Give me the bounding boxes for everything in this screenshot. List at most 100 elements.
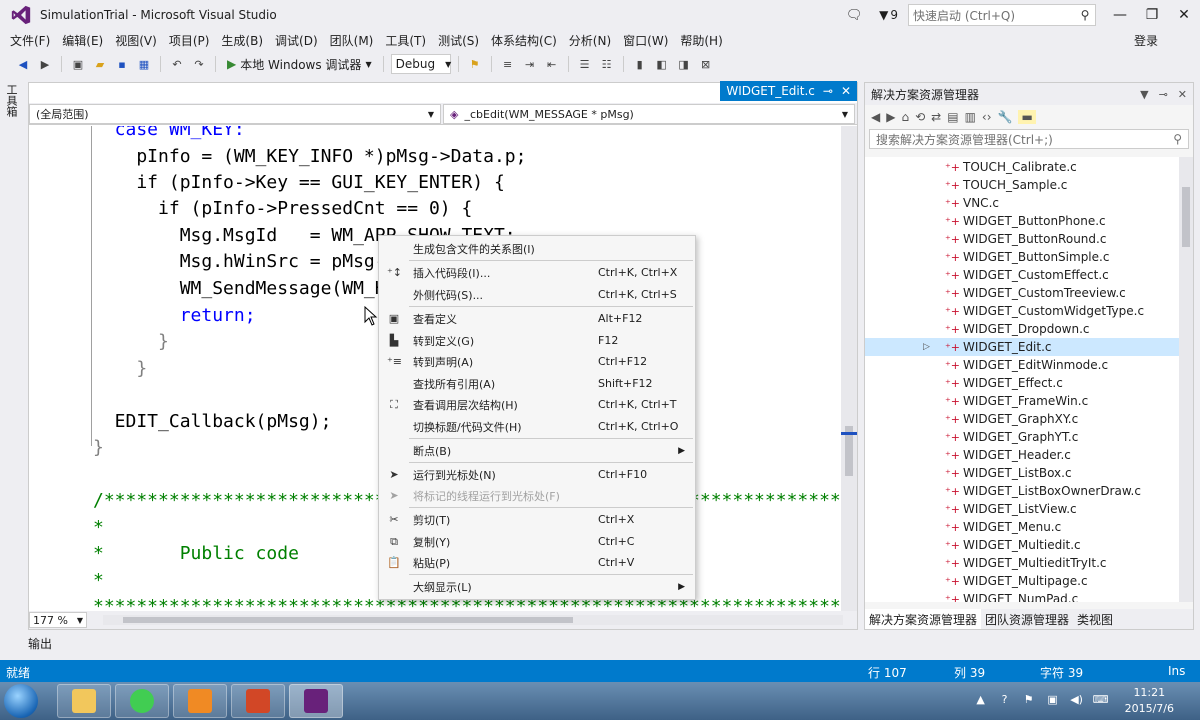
file-item[interactable]: ⁺+ WIDGET_ButtonRound.c — [865, 230, 1181, 248]
sync-icon[interactable]: ⇄ — [931, 110, 941, 124]
redo-icon[interactable]: ↷ — [190, 55, 208, 73]
configuration-select[interactable]: Debug ▼ — [390, 54, 451, 74]
indent-icon[interactable]: ⇥ — [521, 55, 539, 73]
scope-dropdown[interactable]: (全局范围) ▼ — [29, 104, 441, 124]
file-item[interactable]: ⁺+ WIDGET_ListBox.c — [865, 464, 1181, 482]
file-item[interactable]: ⁺+ WIDGET_FrameWin.c — [865, 392, 1181, 410]
close-button[interactable]: ✕ — [1168, 0, 1200, 30]
menu-item-run-to-cursor[interactable]: ➤ 运行到光标处(N) Ctrl+F10 — [379, 464, 695, 485]
file-item[interactable]: ⁺+ WIDGET_ButtonPhone.c — [865, 212, 1181, 230]
file-item[interactable]: ⁺+ WIDGET_MultieditTryIt.c — [865, 554, 1181, 572]
back-icon[interactable]: ◀ — [871, 110, 880, 124]
find-in-files-icon[interactable]: ⚑ — [466, 55, 484, 73]
restore-button[interactable]: ❐ — [1136, 0, 1168, 30]
open-file-icon[interactable]: ▰ — [91, 55, 109, 73]
file-item[interactable]: ⁺+ VNC.c — [865, 194, 1181, 212]
menu-item-insert-snippet[interactable]: ⁺↕ 插入代码段(I)... Ctrl+K, Ctrl+X — [379, 262, 695, 283]
scrollbar-thumb[interactable] — [1182, 187, 1190, 247]
feedback-icon[interactable]: 🗨 — [843, 4, 865, 26]
show-hidden-icon[interactable]: ▲ — [973, 693, 989, 709]
file-item[interactable]: ⁺+ WIDGET_CustomWidgetType.c — [865, 302, 1181, 320]
output-tab[interactable]: 输出 — [28, 634, 52, 652]
undo-icon[interactable]: ↶ — [168, 55, 186, 73]
taskbar-powerpoint[interactable] — [231, 684, 285, 718]
clock[interactable]: 11:21 2015/7/6 — [1125, 685, 1174, 717]
menu-team[interactable]: 团队(M) — [324, 32, 380, 49]
menu-architecture[interactable]: 体系结构(C) — [485, 32, 563, 49]
file-item[interactable]: ⁺+ TOUCH_Sample.c — [865, 176, 1181, 194]
file-item[interactable]: ⁺+ WIDGET_ListBoxOwnerDraw.c — [865, 482, 1181, 500]
start-button[interactable] — [4, 684, 38, 718]
menu-item-peek-definition[interactable]: ▣ 查看定义 Alt+F12 — [379, 308, 695, 329]
menu-item-find-all-references[interactable]: 查找所有引用(A) Shift+F12 — [379, 373, 695, 394]
menu-item-copy[interactable]: ⧉ 复制(Y) Ctrl+C — [379, 531, 695, 552]
tab-team-explorer[interactable]: 团队资源管理器 — [981, 609, 1073, 629]
menu-window[interactable]: 窗口(W) — [617, 32, 674, 49]
taskbar-pdf-reader[interactable] — [173, 684, 227, 718]
save-all-icon[interactable]: ▦ — [135, 55, 153, 73]
taskbar-explorer[interactable] — [57, 684, 111, 718]
uncomment-icon[interactable]: ☷ — [598, 55, 616, 73]
next-bookmark-icon[interactable]: ◨ — [675, 55, 693, 73]
editor-vertical-scrollbar[interactable] — [841, 126, 857, 611]
collapse-all-icon[interactable]: ▤ — [947, 110, 958, 124]
scrollbar-thumb[interactable] — [123, 617, 573, 623]
expand-arrow-icon[interactable]: ▷ — [923, 342, 930, 352]
help-icon[interactable]: ? — [997, 693, 1013, 709]
forward-icon[interactable]: ▶ — [886, 110, 895, 124]
taskbar-visual-studio[interactable] — [289, 684, 343, 718]
menu-test[interactable]: 测试(S) — [432, 32, 485, 49]
tab-solution-explorer[interactable]: 解决方案资源管理器 — [865, 609, 982, 629]
file-item[interactable]: ⁺+ WIDGET_Multiedit.c — [865, 536, 1181, 554]
menu-item-cut[interactable]: ✂ 剪切(T) Ctrl+X — [379, 509, 695, 530]
file-item[interactable]: ⁺+ WIDGET_NumPad.c — [865, 590, 1181, 602]
close-icon[interactable]: ✕ — [841, 84, 851, 98]
file-item[interactable]: ⁺+ WIDGET_EditWinmode.c — [865, 356, 1181, 374]
close-icon[interactable]: ✕ — [1178, 88, 1187, 101]
prev-bookmark-icon[interactable]: ◧ — [653, 55, 671, 73]
menu-build[interactable]: 生成(B) — [215, 32, 269, 49]
solution-search-input[interactable]: 搜索解决方案资源管理器(Ctrl+;) ⚲ — [869, 129, 1189, 149]
volume-icon[interactable]: ◀) — [1069, 693, 1085, 709]
outdent-icon[interactable]: ⇤ — [543, 55, 561, 73]
toggle-comment-icon[interactable]: ≡ — [499, 55, 517, 73]
file-item[interactable]: ⁺+ WIDGET_Header.c — [865, 446, 1181, 464]
show-all-files-icon[interactable]: ▥ — [965, 110, 976, 124]
file-item[interactable]: ⁺+ TOUCH_Calibrate.c — [865, 158, 1181, 176]
network-icon[interactable]: ▣ — [1045, 693, 1061, 709]
file-item[interactable]: ⁺+ WIDGET_CustomTreeview.c — [865, 284, 1181, 302]
menu-item-outlining[interactable]: 大纲显示(L) ▶ — [379, 576, 695, 597]
menu-help[interactable]: 帮助(H) — [674, 32, 728, 49]
quick-launch-input[interactable]: 快速启动 (Ctrl+Q) ⚲ — [908, 4, 1096, 26]
keyboard-icon[interactable]: ⌨ — [1093, 693, 1109, 709]
history-icon[interactable]: ⟲ — [915, 110, 925, 124]
file-item[interactable]: ⁺+ WIDGET_Effect.c — [865, 374, 1181, 392]
menu-tools[interactable]: 工具(T) — [379, 32, 432, 49]
menu-item-surround-with[interactable]: 外侧代码(S)... Ctrl+K, Ctrl+S — [379, 284, 695, 305]
file-item[interactable]: ⁺+ WIDGET_GraphYT.c — [865, 428, 1181, 446]
file-item-selected[interactable]: ▷ ⁺+ WIDGET_Edit.c — [865, 338, 1181, 356]
file-item[interactable]: ⁺+ WIDGET_GraphXY.c — [865, 410, 1181, 428]
clear-bookmarks-icon[interactable]: ⊠ — [697, 55, 715, 73]
file-item[interactable]: ⁺+ WIDGET_ButtonSimple.c — [865, 248, 1181, 266]
comment-icon[interactable]: ☰ — [576, 55, 594, 73]
file-item[interactable]: ⁺+ WIDGET_Menu.c — [865, 518, 1181, 536]
minimize-button[interactable]: — — [1104, 0, 1136, 30]
menu-item-go-to-declaration[interactable]: ⁺≡ 转到声明(A) Ctrl+F12 — [379, 351, 695, 372]
view-code-icon[interactable]: ‹› — [982, 110, 992, 124]
toolbox-strip[interactable]: 工具箱 — [0, 80, 22, 630]
menu-edit[interactable]: 编辑(E) — [56, 32, 109, 49]
file-item[interactable]: ⁺+ WIDGET_Dropdown.c — [865, 320, 1181, 338]
function-dropdown[interactable]: ◈ _cbEdit(WM_MESSAGE * pMsg) ▼ — [443, 104, 855, 124]
file-item[interactable]: ⁺+ WIDGET_Multipage.c — [865, 572, 1181, 590]
menu-item-view-call-hierarchy[interactable]: ⛶ 查看调用层次结构(H) Ctrl+K, Ctrl+T — [379, 394, 695, 415]
menu-file[interactable]: 文件(F) — [4, 32, 56, 49]
pin-icon[interactable]: ⊸ — [1159, 88, 1168, 101]
flag-icon[interactable]: ⚑ — [1021, 693, 1037, 709]
properties-icon[interactable]: 🔧 — [998, 110, 1013, 124]
back-icon[interactable]: ◀ — [14, 55, 32, 73]
new-project-icon[interactable]: ▣ — [69, 55, 87, 73]
pin-icon[interactable]: ⊸ — [823, 84, 833, 98]
save-icon[interactable]: ▪ — [113, 55, 131, 73]
document-tab[interactable]: WIDGET_Edit.c ⊸ ✕ — [720, 81, 857, 101]
